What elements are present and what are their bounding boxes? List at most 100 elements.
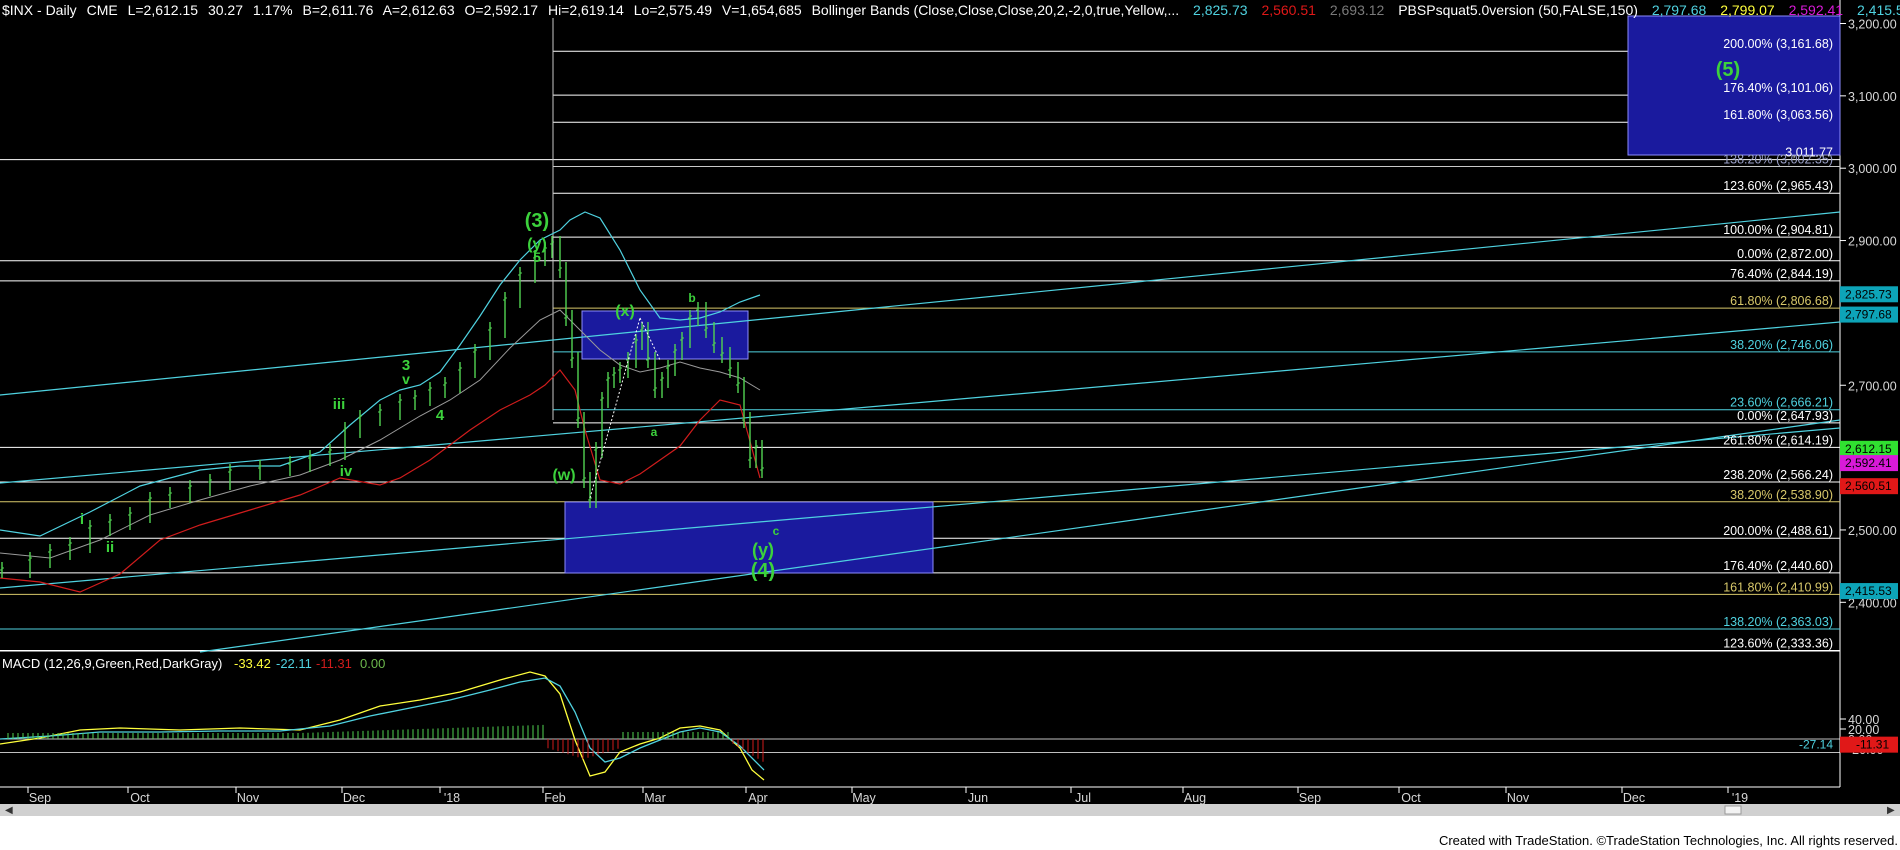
fib-label: 161.80% (2,410.99) (1723, 580, 1833, 594)
fib-label: 123.60% (2,333.36) (1723, 637, 1833, 651)
wave-label: ii (106, 539, 114, 556)
scrollbar-thumb[interactable] (1724, 805, 1742, 815)
bb-lower-value: 2,560.51 (1261, 2, 1316, 18)
high-price: Hi=2,619.14 (548, 2, 624, 18)
wave-label: (w) (552, 467, 575, 484)
month-label: Jul (1075, 791, 1091, 805)
fib-label: 100.00% (2,904.81) (1723, 223, 1833, 237)
month-label: Oct (130, 791, 150, 805)
wave-label: 5 (533, 249, 541, 265)
month-label: Dec (343, 791, 365, 805)
wave-label: (y) (752, 540, 774, 560)
wave-4-target-box[interactable] (564, 501, 934, 574)
macd-label: MACD (12,26,9,Green,Red,DarkGray) (2, 656, 222, 671)
pbs-value-1: 2,797.68 (1652, 2, 1707, 18)
month-label: Nov (237, 791, 260, 805)
price-tag-label: 2,560.51 (1845, 479, 1892, 493)
horizontal-scrollbar[interactable] (0, 804, 1900, 816)
month-label: Feb (544, 791, 566, 805)
wave-label: (x) (615, 303, 635, 320)
pbs-value-2: 2,799.07 (1720, 2, 1775, 18)
bid-price: B=2,611.76 (302, 2, 373, 18)
chart-background (0, 0, 1900, 850)
macd-value: -33.42 (234, 656, 271, 671)
macd-signal-value: -22.11 (276, 656, 312, 671)
wave-label: (4) (751, 560, 775, 582)
symbol-label: $INX - Daily (2, 2, 77, 18)
fib-label: 161.80% (3,063.56) (1723, 108, 1833, 122)
price-tick-label: 2,500.00 (1848, 524, 1897, 538)
wave-label: (5) (1716, 59, 1740, 81)
bb-upper-value: 2,825.73 (1193, 2, 1248, 18)
wave-label: a (651, 425, 658, 439)
scroll-right-icon[interactable]: ▶ (1887, 805, 1895, 816)
scroll-left-icon[interactable]: ◀ (5, 805, 13, 816)
bb-label: Bollinger Bands (Close,Close,Close,20,2,… (812, 2, 1180, 18)
volume: V=1,654,685 (722, 2, 802, 18)
ask-price: A=2,612.63 (383, 2, 455, 18)
month-label: Aug (1184, 791, 1206, 805)
fib-label: 200.00% (3,161.68) (1723, 37, 1833, 51)
pbs-value-4: 2,415.53 (1857, 2, 1900, 18)
low-price: Lo=2,575.49 (634, 2, 712, 18)
last-price: L=2,612.15 (128, 2, 199, 18)
price-tag-label: 2,592.41 (1845, 456, 1892, 470)
fib-label: 238.20% (2,566.24) (1723, 468, 1833, 482)
month-label: Oct (1401, 791, 1421, 805)
wave-label: (3) (525, 210, 549, 232)
open-price: O=2,592.17 (465, 2, 539, 18)
month-label: Nov (1507, 791, 1530, 805)
wave-label: c (773, 524, 780, 538)
fib-label: 176.40% (2,440.60) (1723, 559, 1833, 573)
change-pct: 1.17% (253, 2, 293, 18)
price-tick-label: 3,200.00 (1848, 18, 1897, 32)
fib-label: 123.60% (2,965.43) (1723, 179, 1833, 193)
wave-label: b (688, 291, 695, 305)
month-label: Apr (748, 791, 767, 805)
price-tick-label: 3,000.00 (1848, 162, 1897, 176)
fib-label: 0.00% (2,872.00) (1737, 247, 1833, 261)
month-label: Dec (1623, 791, 1645, 805)
month-label: '19 (1732, 791, 1748, 805)
price-tick-label: 3,100.00 (1848, 90, 1897, 104)
macd-tag-label: -11.31 (1856, 738, 1889, 752)
exchange-label: CME (87, 2, 118, 18)
fib-label: 76.40% (2,844.19) (1730, 267, 1833, 281)
fib-label: 200.00% (2,488.61) (1723, 524, 1833, 538)
fib-label: 38.20% (2,538.90) (1730, 488, 1833, 502)
wave-label: v (402, 371, 410, 387)
price-tag-label: 2,797.68 (1845, 308, 1892, 322)
macd-hist-value: -11.31 (316, 656, 352, 671)
fib-label: 261.80% (2,614.19) (1723, 433, 1833, 447)
price-tick-label: 2,700.00 (1848, 379, 1897, 393)
fib-label: 138.20% (2,363.03) (1723, 615, 1833, 629)
month-label: '18 (444, 791, 460, 805)
pbs-label: PBSPsquat5.0version (50,FALSE,150) (1398, 2, 1638, 18)
macd-last-label: -27.14 (1799, 738, 1833, 752)
price-tag-label: 2,825.73 (1845, 287, 1892, 301)
fib-label: 0.00% (2,647.93) (1737, 409, 1833, 423)
month-label: Sep (1299, 791, 1321, 805)
chart-header: $INX - Daily CME L=2,612.15 30.27 1.17% … (2, 2, 1900, 18)
price-chart[interactable]: ◀ ▶ (3)(y)5(x)ba(w)3v4iiiiviiic(y)(4)(5)… (0, 0, 1900, 850)
price-tag-label: 2,612.15 (1845, 442, 1892, 456)
wave-label: 4 (436, 407, 445, 424)
wave-label: iii (333, 396, 346, 413)
change-value: 30.27 (208, 2, 243, 18)
price-tag-label: 2,415.53 (1845, 584, 1892, 598)
fib-label: 23.60% (2,666.21) (1730, 396, 1833, 410)
fib-label: 38.20% (2,746.06) (1730, 338, 1833, 352)
price-tick-label: 2,900.00 (1848, 235, 1897, 249)
pbs-value-3: 2,592.41 (1789, 2, 1844, 18)
fib-label: 138.20% (3,002.35) (1723, 152, 1833, 166)
wave-label: i (80, 511, 84, 528)
month-label: Sep (29, 791, 51, 805)
fib-label: 61.80% (2,806.68) (1730, 294, 1833, 308)
month-label: Jun (968, 791, 988, 805)
credits-text: Created with TradeStation. ©TradeStation… (1439, 833, 1898, 848)
wave-label: iv (340, 463, 353, 480)
month-label: May (852, 791, 876, 805)
macd-zero-value: 0.00 (360, 656, 385, 671)
bb-mid-value: 2,693.12 (1330, 2, 1385, 18)
month-label: Mar (644, 791, 666, 805)
